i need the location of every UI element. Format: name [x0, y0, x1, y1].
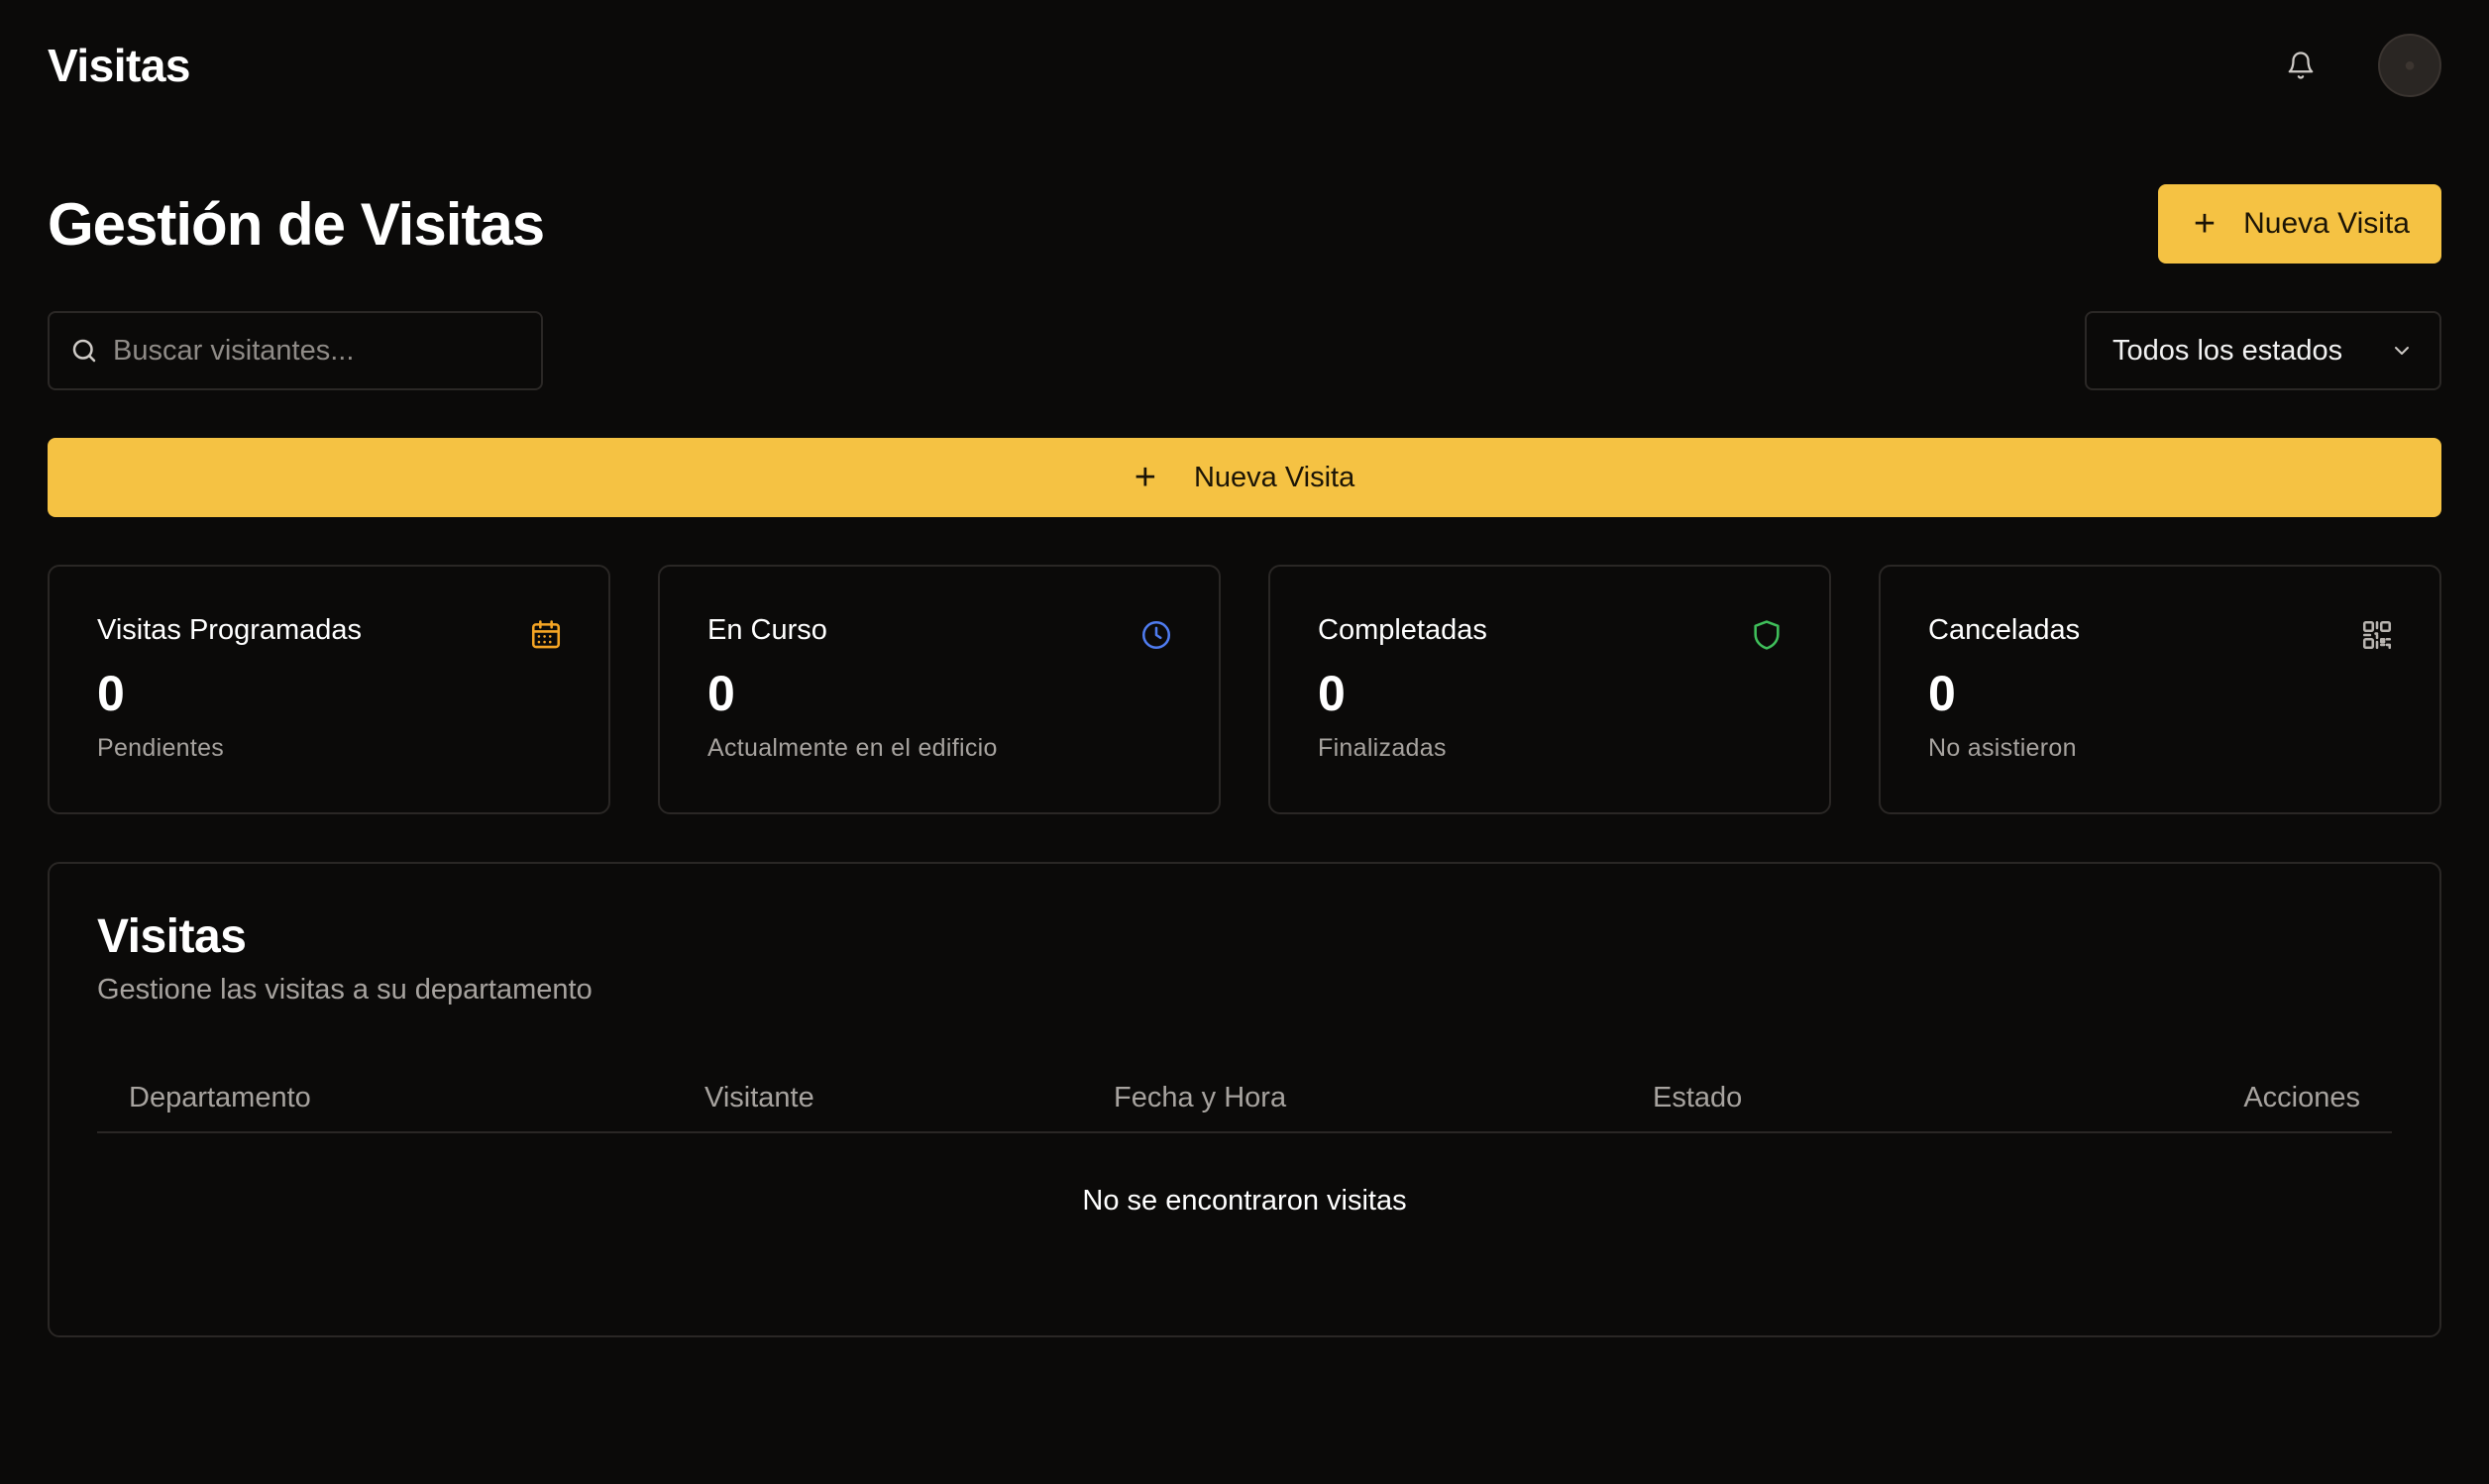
stat-card-title: Canceladas: [1928, 614, 2081, 646]
panel-subtitle: Gestione las visitas a su departamento: [97, 974, 593, 1006]
visits-table: Departamento Visitante Fecha y Hora Esta…: [97, 1064, 2392, 1218]
panel-title: Visitas: [97, 910, 247, 963]
stat-card-value: 0: [1928, 666, 1956, 721]
column-header-status: Estado: [1653, 1081, 1743, 1113]
status-filter-value: Todos los estados: [2112, 334, 2343, 367]
column-header-actions: Acciones: [2243, 1081, 2360, 1113]
clock-icon: [1141, 620, 1171, 650]
column-header-date-time: Fecha y Hora: [1114, 1081, 1287, 1113]
stat-card-value: 0: [97, 666, 125, 721]
plus-icon: +: [1134, 457, 1156, 498]
page-header: Gestión de Visitas + Nueva Visita: [48, 184, 2441, 264]
stat-card-title: Visitas Programadas: [97, 614, 363, 646]
stats-row: Visitas Programadas 0 Pendientes En Curs…: [48, 565, 2441, 814]
stat-card-subtitle: Actualmente en el edificio: [707, 734, 998, 762]
stat-card-subtitle: Pendientes: [97, 734, 225, 762]
empty-state-message: No se encontraron visitas: [1082, 1185, 1407, 1217]
column-header-department: Departamento: [129, 1081, 311, 1113]
new-visit-button[interactable]: + Nueva Visita: [2157, 184, 2441, 264]
bell-icon: [2288, 52, 2314, 79]
stat-card-in-progress: En Curso 0 Actualmente en el edificio: [658, 565, 1221, 814]
search-icon: [72, 339, 96, 363]
top-bar: Visitas ●: [48, 30, 2441, 101]
stat-card-value: 0: [1318, 666, 1346, 721]
search-box: [48, 311, 543, 390]
status-filter-select[interactable]: Todos los estados: [2085, 311, 2441, 390]
avatar[interactable]: ●: [2378, 34, 2441, 97]
new-visit-wide-button[interactable]: + Nueva Visita: [48, 438, 2441, 517]
stat-card-title: Completadas: [1318, 614, 1487, 646]
stat-card-completed: Completadas 0 Finalizadas: [1268, 565, 1831, 814]
calendar-icon: [531, 620, 561, 649]
chevron-down-icon: [2395, 347, 2409, 355]
plus-icon: +: [2193, 203, 2217, 245]
app-title: Visitas: [48, 40, 190, 91]
notifications-button[interactable]: [2281, 46, 2321, 85]
table-header: Departamento Visitante Fecha y Hora Esta…: [97, 1064, 2392, 1133]
page: Visitas ● Gestión de Visitas + Nueva Vis…: [0, 0, 2489, 1484]
stat-card-subtitle: No asistieron: [1928, 734, 2077, 762]
avatar-icon: ●: [2403, 53, 2417, 76]
stat-card-scheduled: Visitas Programadas 0 Pendientes: [48, 565, 610, 814]
shield-icon: [1754, 620, 1780, 650]
top-actions: ●: [2281, 34, 2441, 97]
search-input[interactable]: [113, 334, 509, 368]
filter-row: Todos los estados: [48, 311, 2441, 390]
stat-card-value: 0: [707, 666, 735, 721]
stat-card-title: En Curso: [707, 614, 827, 646]
stat-card-cancelled: Canceladas 0 No asistieron: [1879, 565, 2441, 814]
stat-card-subtitle: Finalizadas: [1318, 734, 1447, 762]
new-visit-wide-button-label: Nueva Visita: [1193, 461, 1355, 493]
visits-panel: Visitas Gestione las visitas a su depart…: [48, 862, 2441, 1337]
qr-code-icon: [2362, 620, 2392, 650]
column-header-visitor: Visitante: [704, 1081, 814, 1113]
page-title: Gestión de Visitas: [48, 190, 545, 258]
new-visit-button-label: Nueva Visita: [2243, 207, 2410, 240]
